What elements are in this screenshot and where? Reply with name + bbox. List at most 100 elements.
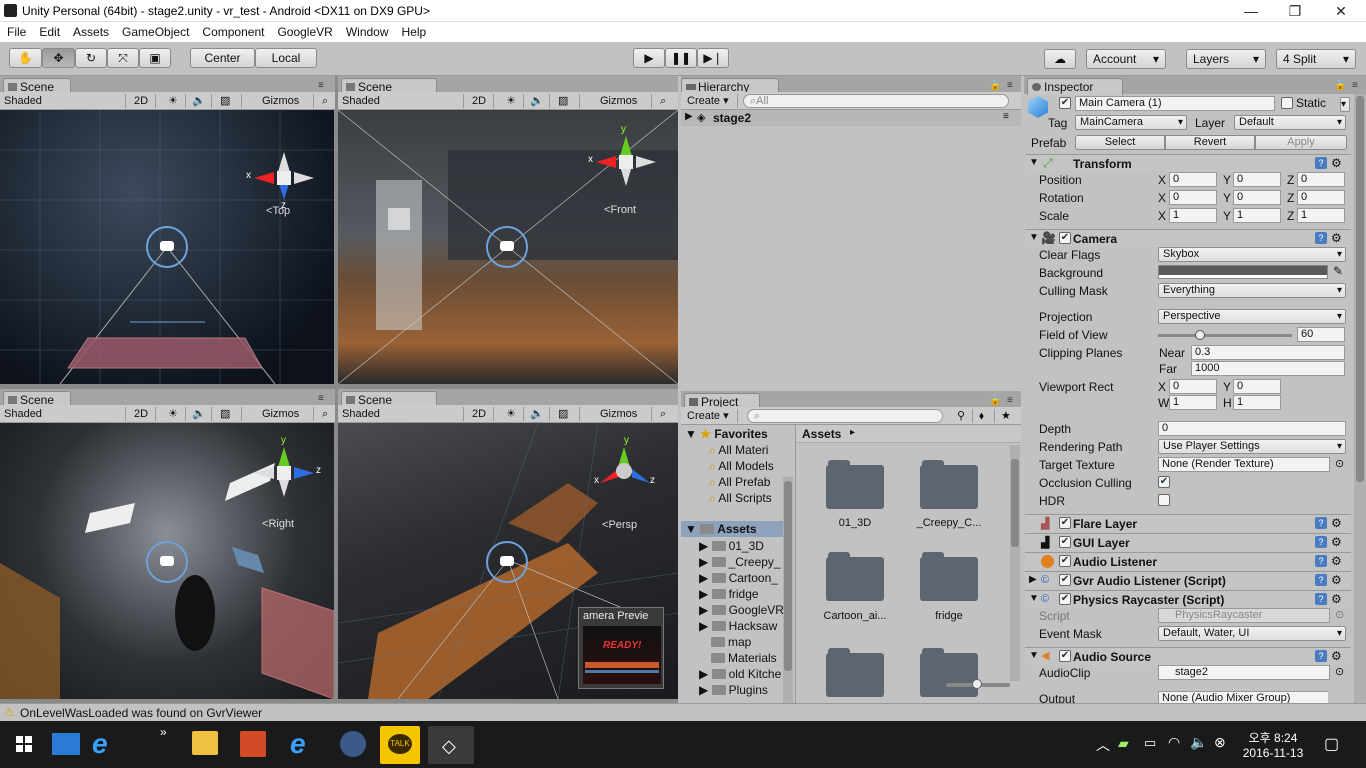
object-picker-icon[interactable]: ⊙ <box>1335 457 1344 470</box>
target-texture-field[interactable]: None (Render Texture) <box>1158 457 1330 472</box>
audio-icon[interactable]: 🔈 <box>188 407 212 421</box>
fov-slider[interactable] <box>1158 330 1292 340</box>
toggle-2d-button[interactable]: 2D <box>130 407 156 421</box>
component-enabled-checkbox[interactable]: ✔ <box>1059 536 1071 548</box>
gear-icon[interactable]: ⚙ <box>1331 649 1342 663</box>
static-checkbox[interactable] <box>1281 97 1293 109</box>
audio-listener-header[interactable]: ✔ Audio Listener ? ⚙ <box>1025 552 1351 570</box>
collapse-arrow-icon[interactable]: ▼ <box>1029 232 1039 243</box>
folder-item[interactable]: ▶ GoogleVR <box>699 603 784 617</box>
physics-raycaster-header[interactable]: ▼ © ✔ Physics Raycaster (Script) ? ⚙ <box>1025 590 1351 608</box>
static-dropdown[interactable] <box>1340 97 1350 112</box>
help-icon[interactable]: ? <box>1315 517 1327 529</box>
folder-item[interactable]: ▶ 01_3D <box>699 539 764 553</box>
active-checkbox[interactable]: ✔ <box>1059 97 1071 109</box>
help-icon[interactable]: ? <box>1315 574 1327 586</box>
folder-item[interactable]: ▶ Cartoon_ <box>699 571 778 585</box>
audio-icon[interactable]: 🔈 <box>526 407 550 421</box>
step-button[interactable]: ▶❘ <box>697 48 729 68</box>
help-icon[interactable]: ? <box>1315 593 1327 605</box>
play-button[interactable]: ▶ <box>633 48 665 68</box>
position-x-field[interactable]: 0 <box>1169 172 1217 187</box>
scale-z-field[interactable]: 1 <box>1297 208 1345 223</box>
far-field[interactable]: 1000 <box>1191 361 1345 376</box>
desktop-icon[interactable] <box>52 733 80 755</box>
viewport-w-field[interactable]: 1 <box>1169 395 1217 410</box>
panel-menu-icon[interactable]: ≡ <box>1007 395 1013 406</box>
network-disconnected-icon[interactable]: ⊗ <box>1214 734 1226 751</box>
scale-y-field[interactable]: 1 <box>1233 208 1281 223</box>
panel-menu-icon[interactable]: ≡ <box>1007 80 1013 91</box>
grid-scrollbar[interactable] <box>1010 445 1020 681</box>
move-tool-button[interactable]: ✥ <box>42 48 75 68</box>
scene-view-right[interactable]: y z <Right <box>0 423 334 699</box>
asset-folder-tile[interactable] <box>920 648 978 697</box>
lighting-icon[interactable]: ☀ <box>502 94 524 108</box>
toggle-2d-button[interactable]: 2D <box>468 94 494 108</box>
audio-icon[interactable]: 🔈 <box>526 94 550 108</box>
account-dropdown[interactable]: Account ▾ <box>1086 49 1166 69</box>
toggle-2d-button[interactable]: 2D <box>130 94 156 108</box>
shading-dropdown[interactable]: Shaded <box>338 407 464 421</box>
wifi-icon[interactable]: ◠ <box>1168 734 1180 751</box>
pivot-local-button[interactable]: Local <box>255 48 317 68</box>
gizmos-dropdown[interactable]: Gizmos <box>258 94 314 108</box>
rotate-tool-button[interactable]: ↻ <box>75 48 107 68</box>
folder-item[interactable]: ▶ Hacksaw <box>699 619 777 633</box>
app-icon[interactable] <box>340 731 366 757</box>
help-icon[interactable]: ? <box>1315 536 1327 548</box>
shading-dropdown[interactable]: Shaded <box>0 407 126 421</box>
gear-icon[interactable]: ⚙ <box>1331 573 1342 587</box>
tree-scrollbar[interactable] <box>783 477 793 703</box>
favorite-item[interactable]: ⌕ All Materi <box>709 443 768 458</box>
scene-view-front[interactable]: y x <Front <box>338 110 678 384</box>
culling-mask-dropdown[interactable]: Everything <box>1158 283 1346 298</box>
help-icon[interactable]: ? <box>1315 157 1327 169</box>
icon-size-slider[interactable] <box>946 679 1010 689</box>
camera-gizmo-icon[interactable] <box>146 541 188 583</box>
scale-x-field[interactable]: 1 <box>1169 208 1217 223</box>
folder-item[interactable]: ▶ Plugins <box>699 683 768 697</box>
fov-field[interactable]: 60 <box>1297 327 1345 342</box>
search-icon[interactable]: ⌕ <box>656 407 674 421</box>
folder-item[interactable]: Materials <box>711 651 777 665</box>
lock-icon[interactable]: 🔒 <box>989 395 1001 406</box>
tag-dropdown[interactable]: MainCamera <box>1075 115 1187 130</box>
clear-flags-dropdown[interactable]: Skybox <box>1158 247 1346 262</box>
create-dropdown[interactable]: Create ▾ <box>683 409 738 423</box>
status-message[interactable]: OnLevelWasLoaded was found on GvrViewer <box>20 706 262 720</box>
folder-item[interactable]: ▶ fridge <box>699 587 759 601</box>
menu-window[interactable]: Window <box>339 22 395 39</box>
occlusion-culling-checkbox[interactable]: ✔ <box>1158 476 1170 488</box>
gear-icon[interactable]: ⚙ <box>1331 592 1342 606</box>
shading-dropdown[interactable]: Shaded <box>0 94 126 108</box>
internet-explorer-icon[interactable]: e <box>290 729 320 759</box>
file-explorer-icon[interactable] <box>192 731 218 755</box>
orientation-gizmo[interactable]: y z <box>250 435 330 505</box>
menu-googlevr[interactable]: GoogleVR <box>270 22 338 39</box>
component-enabled-checkbox[interactable]: ✔ <box>1059 650 1071 662</box>
gear-icon[interactable]: ⚙ <box>1331 554 1342 568</box>
close-button[interactable]: ✕ <box>1318 0 1364 22</box>
inspector-scrollbar[interactable] <box>1354 94 1366 703</box>
favorite-star-icon[interactable]: ★ <box>997 409 1017 423</box>
gizmos-dropdown[interactable]: Gizmos <box>258 407 314 421</box>
output-field[interactable]: None (Audio Mixer Group) <box>1158 691 1328 703</box>
lock-icon[interactable]: 🔒 <box>1334 80 1346 91</box>
minimize-button[interactable]: — <box>1228 0 1274 22</box>
effects-icon[interactable]: ▨ <box>554 94 580 108</box>
effects-icon[interactable]: ▨ <box>216 407 242 421</box>
notifications-icon[interactable]: ▢ <box>1324 734 1339 754</box>
eyedropper-icon[interactable]: ✎ <box>1333 264 1343 278</box>
object-name-field[interactable]: Main Camera (1) <box>1075 96 1275 111</box>
menu-edit[interactable]: Edit <box>32 22 66 39</box>
prefab-select-button[interactable]: Select <box>1075 135 1165 150</box>
maximize-button[interactable]: ❐ <box>1272 0 1318 22</box>
position-y-field[interactable]: 0 <box>1233 172 1281 187</box>
position-z-field[interactable]: 0 <box>1297 172 1345 187</box>
cloud-icon[interactable]: ☁ <box>1044 49 1076 69</box>
windows-start-icon[interactable] <box>16 736 32 752</box>
viewport-y-field[interactable]: 0 <box>1233 379 1281 394</box>
collapse-arrow-icon[interactable]: ▼ <box>1029 650 1039 661</box>
rotation-z-field[interactable]: 0 <box>1297 190 1345 205</box>
